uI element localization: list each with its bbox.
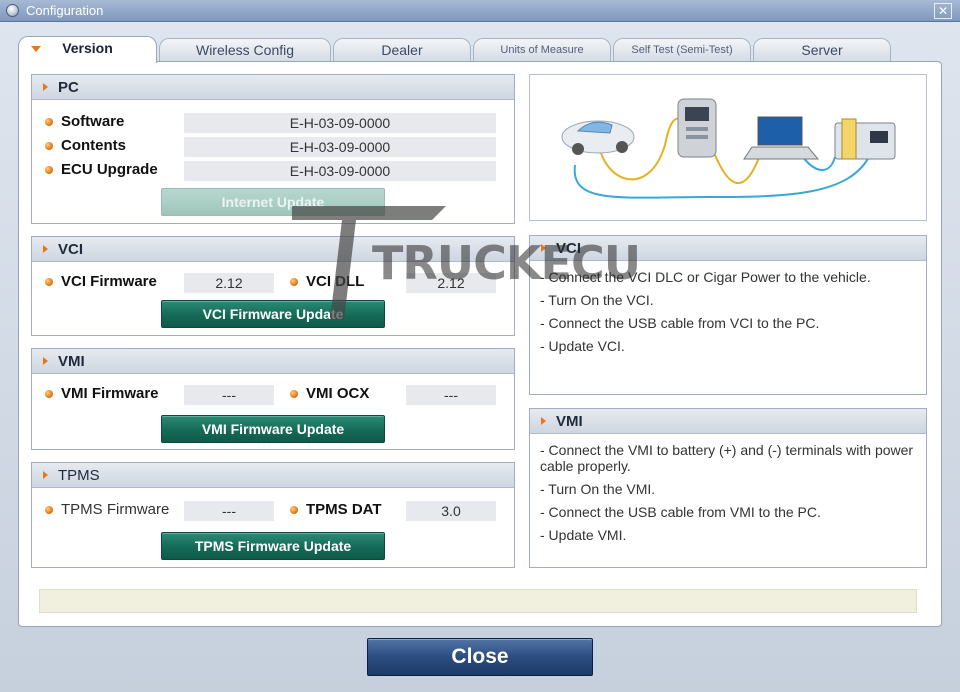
bullet-icon <box>45 390 53 398</box>
software-label: Software <box>61 113 125 130</box>
tab-dealer[interactable]: Dealer <box>333 38 471 62</box>
app-icon <box>6 4 19 17</box>
laptop-icon <box>743 116 820 160</box>
tab-server[interactable]: Server <box>753 38 891 62</box>
tab-version[interactable]: Version <box>18 36 157 63</box>
vci-firmware-label: VCI Firmware <box>61 273 157 290</box>
vmi-instructions: - Connect the VMI to battery (+) and (-)… <box>530 434 926 543</box>
tab-bar: Version Wireless Config Dealer Units of … <box>18 36 942 63</box>
tab-units-of-measure[interactable]: Units of Measure <box>473 38 611 62</box>
pc-group: PC Software E-H-03-09-0000 Contents E-H-… <box>31 74 515 224</box>
window-close-button[interactable]: ✕ <box>934 3 952 19</box>
window-title: Configuration <box>26 3 104 18</box>
watermark-text: TRUCKECU <box>372 236 641 290</box>
tpms-group: TPMS TPMS Firmware --- TPMS DAT 3.0 TPMS… <box>31 462 515 568</box>
tpms-header: TPMS <box>32 463 514 488</box>
vmi-header: VMI <box>32 349 514 374</box>
bullet-icon <box>290 278 298 286</box>
tab-arrow-icon <box>31 46 41 52</box>
contents-label: Contents <box>61 137 126 154</box>
tab-label: Version <box>62 40 113 56</box>
bullet-icon <box>45 118 53 126</box>
contents-value: E-H-03-09-0000 <box>184 137 496 157</box>
chevron-right-icon <box>43 83 48 91</box>
car-icon <box>561 120 635 155</box>
instruction-line: - Turn On the VCI. <box>540 292 654 308</box>
instruction-line: - Turn On the VMI. <box>540 481 656 497</box>
vmi-group: VMI VMI Firmware --- VMI OCX --- VMI Fir… <box>31 348 515 450</box>
device-connection-diagram <box>561 98 896 199</box>
connection-illustration <box>529 74 927 221</box>
ecu-upgrade-label: ECU Upgrade <box>61 161 158 178</box>
bullet-icon <box>45 506 53 514</box>
chevron-right-icon <box>43 245 48 253</box>
title-bar: Configuration ✕ <box>0 0 960 22</box>
configuration-window: Version Wireless Config Dealer Units of … <box>0 22 960 692</box>
instruction-line: - Connect the VMI to battery (+) and (-)… <box>540 442 914 474</box>
vmi-info-title: VMI <box>556 413 583 430</box>
chevron-right-icon <box>43 357 48 365</box>
vmi-firmware-update-button[interactable]: VMI Firmware Update <box>161 415 385 443</box>
vci-firmware-value: 2.12 <box>184 273 274 293</box>
bullet-icon <box>45 166 53 174</box>
bullet-icon <box>290 506 298 514</box>
tab-label: Units of Measure <box>500 44 584 56</box>
vci-title: VCI <box>58 241 84 258</box>
chevron-right-icon <box>541 417 546 425</box>
tab-label: Server <box>801 42 843 58</box>
vmi-firmware-value: --- <box>184 385 274 405</box>
bullet-icon <box>45 278 53 286</box>
pc-title: PC <box>58 79 79 96</box>
tpms-title: TPMS <box>58 467 100 484</box>
vmi-info-header: VMI <box>530 409 926 434</box>
tpms-dat-value: 3.0 <box>406 501 496 521</box>
tpms-firmware-label: TPMS Firmware <box>61 501 170 518</box>
vmi-ocx-value: --- <box>406 385 496 405</box>
internet-update-button[interactable]: Internet Update <box>161 188 385 216</box>
chevron-right-icon <box>43 471 48 479</box>
vmi-title: VMI <box>58 353 85 370</box>
software-value: E-H-03-09-0000 <box>184 113 496 133</box>
instruction-line: - Connect the USB cable from VMI to the … <box>540 504 821 520</box>
tab-label: Dealer <box>381 42 423 58</box>
instruction-line: - Update VCI. <box>540 338 625 354</box>
tab-wireless-config[interactable]: Wireless Config <box>159 38 331 62</box>
status-bar <box>39 589 917 613</box>
tab-self-test[interactable]: Self Test (Semi-Test) <box>613 38 751 62</box>
tab-label: Wireless Config <box>195 42 295 58</box>
bullet-icon <box>290 390 298 398</box>
vmi-ocx-label: VMI OCX <box>306 385 370 402</box>
vmi-firmware-label: VMI Firmware <box>61 385 159 402</box>
vci-dll-label: VCI DLL <box>306 273 365 290</box>
instruction-line: - Connect the USB cable from VCI to the … <box>540 315 820 331</box>
vci-firmware-update-button[interactable]: VCI Firmware Update <box>161 300 385 328</box>
bullet-icon <box>45 142 53 150</box>
tpms-firmware-update-button[interactable]: TPMS Firmware Update <box>161 532 385 560</box>
tab-label: Self Test (Semi-Test) <box>631 44 733 56</box>
version-panel: PC Software E-H-03-09-0000 Contents E-H-… <box>18 61 942 627</box>
instruction-line: - Update VMI. <box>540 527 627 543</box>
vci-device-icon <box>677 98 717 158</box>
pc-header: PC <box>32 75 514 100</box>
tpms-dat-label: TPMS DAT <box>306 501 382 518</box>
vmi-info-panel: VMI - Connect the VMI to battery (+) and… <box>529 408 927 568</box>
ecu-upgrade-value: E-H-03-09-0000 <box>184 161 496 181</box>
close-button[interactable]: Close <box>367 638 593 676</box>
vmi-device-icon <box>834 118 896 160</box>
tpms-firmware-value: --- <box>184 501 274 521</box>
